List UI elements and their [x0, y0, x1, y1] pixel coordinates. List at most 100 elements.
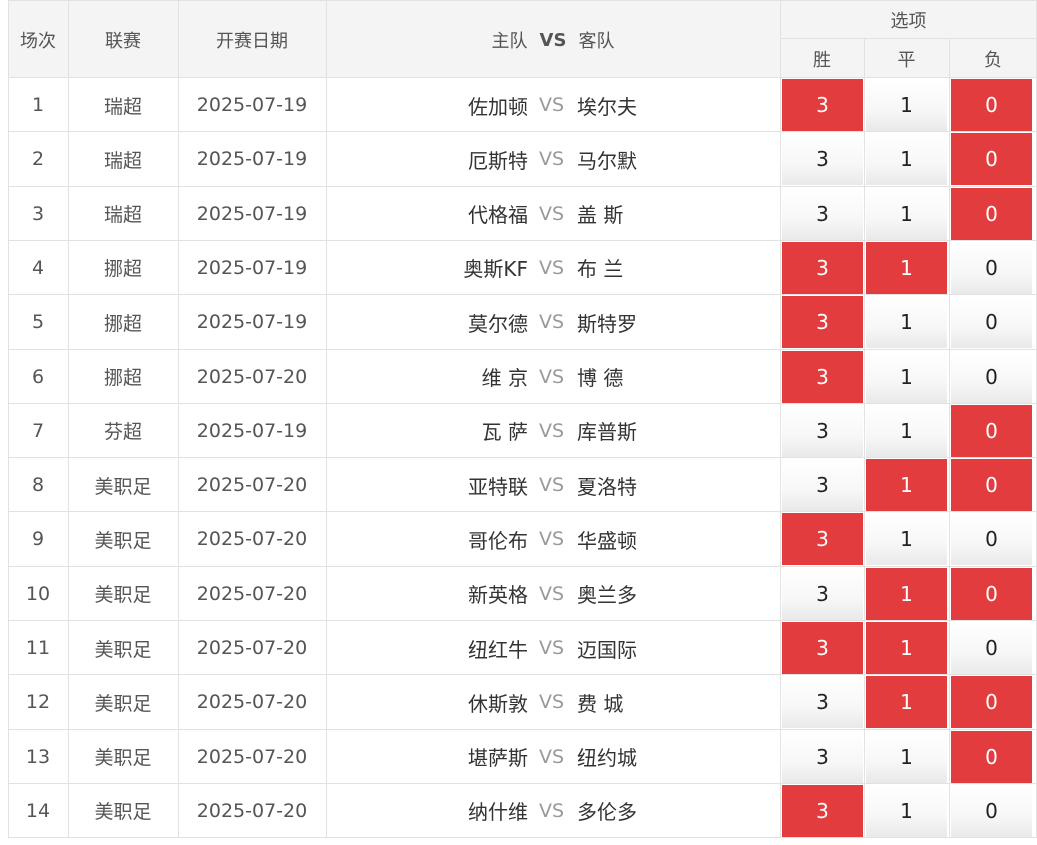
table-row: 1 瑞超 2025-07-19 佐加顿 VS 埃尔夫 3 1 0: [8, 78, 1037, 132]
home-team: 堪萨斯: [468, 746, 528, 771]
league-name: 美职足: [94, 747, 152, 770]
option-win-button[interactable]: 3: [782, 404, 863, 457]
vs-label: VS: [538, 637, 565, 659]
away-team: 迈国际: [577, 637, 637, 662]
option-win-button[interactable]: 3: [782, 513, 863, 566]
match-date: 2025-07-20: [196, 365, 308, 388]
option-win-button[interactable]: 3: [782, 784, 863, 837]
match-date: 2025-07-20: [196, 528, 308, 551]
option-lose-button[interactable]: 0: [951, 622, 1032, 674]
row-divider: [8, 349, 1037, 350]
column-divider: [178, 0, 179, 838]
table-row: 9 美职足 2025-07-20 哥伦布 VS 华盛顿 3 1 0: [8, 512, 1037, 566]
option-lose-button[interactable]: 0: [951, 296, 1032, 349]
table-row: 11 美职足 2025-07-20 纽红牛 VS 迈国际 3 1 0: [8, 621, 1037, 675]
option-win-button[interactable]: 3: [782, 350, 863, 403]
match-number: 11: [25, 637, 51, 659]
row-divider: [8, 620, 1037, 621]
vs-label: VS: [538, 94, 565, 116]
match-number: 1: [31, 94, 45, 116]
home-team: 维 京: [481, 366, 528, 390]
table-header: 场次 联赛 开赛日期 主队 VS 客队 选项 胜 平 负: [8, 0, 1037, 78]
option-win-button[interactable]: 3: [782, 296, 863, 349]
option-lose-button[interactable]: 0: [951, 730, 1032, 783]
option-lose-button[interactable]: 0: [951, 513, 1032, 566]
league-name: 美职足: [94, 801, 152, 824]
match-number: 7: [31, 419, 45, 442]
option-draw-button[interactable]: 1: [866, 784, 947, 837]
home-team: 厄斯特: [468, 148, 528, 173]
option-draw-button[interactable]: 1: [866, 730, 947, 783]
option-win-button[interactable]: 3: [782, 622, 863, 674]
option-lose-button[interactable]: 0: [951, 350, 1032, 403]
away-team: 库普斯: [577, 420, 637, 445]
option-win-button[interactable]: 3: [782, 730, 863, 783]
column-divider: [68, 0, 69, 838]
column-divider: [326, 0, 327, 838]
vs-label: VS: [538, 419, 565, 442]
header-divider: [780, 38, 1037, 39]
row-divider: [8, 511, 1037, 512]
vs-label: VS: [538, 582, 565, 605]
option-draw-button[interactable]: 1: [866, 79, 947, 131]
option-win-button[interactable]: 3: [782, 187, 863, 240]
away-team: 布 兰: [577, 257, 624, 282]
option-draw-button[interactable]: 1: [866, 350, 947, 403]
vs-label: VS: [538, 365, 565, 388]
option-draw-button[interactable]: 1: [866, 513, 947, 566]
option-lose-button[interactable]: 0: [951, 404, 1032, 457]
option-lose-button[interactable]: 0: [951, 676, 1032, 729]
option-lose-button[interactable]: 0: [951, 133, 1032, 186]
match-number: 6: [31, 365, 45, 388]
option-win-button[interactable]: 3: [782, 241, 863, 294]
option-lose-button[interactable]: 0: [951, 79, 1032, 131]
home-team: 哥伦布: [468, 528, 528, 553]
option-win-button[interactable]: 3: [782, 133, 863, 186]
match-number: 13: [25, 745, 51, 768]
league-name: 美职足: [94, 529, 152, 552]
option-lose-button[interactable]: 0: [951, 459, 1032, 512]
option-draw-button[interactable]: 1: [866, 567, 947, 620]
table-row: 12 美职足 2025-07-20 休斯敦 VS 费 城 310: [8, 675, 1037, 729]
match-date: 2025-07-20: [196, 637, 308, 659]
table-row: 8 美职足 2025-07-20 亚特联 VS 夏洛特 3 1 0: [8, 458, 1037, 512]
match-date: 2025-07-20: [196, 474, 308, 497]
match-number: 8: [31, 474, 45, 497]
option-draw-button[interactable]: 1: [866, 296, 947, 349]
option-draw-button[interactable]: 1: [866, 404, 947, 457]
option-draw-button[interactable]: 1: [866, 133, 947, 186]
option-lose-button[interactable]: 0: [951, 567, 1032, 620]
away-team: 夏洛特: [577, 474, 637, 499]
option-win-button[interactable]: 3: [782, 459, 863, 512]
match-number: 4: [31, 256, 45, 279]
column-divider: [780, 0, 781, 838]
option-win-button[interactable]: 3: [782, 676, 863, 729]
vs-label: VS: [538, 256, 565, 279]
away-team: 纽约城: [577, 746, 637, 771]
option-draw-button[interactable]: 1: [866, 676, 947, 729]
league-name: 挪超: [103, 312, 142, 335]
option-draw-button[interactable]: 1: [866, 459, 947, 512]
option-lose-button[interactable]: 0: [951, 187, 1032, 240]
match-date: 2025-07-20: [196, 582, 308, 605]
option-lose-button[interactable]: 0: [951, 784, 1032, 837]
match-number: 12: [25, 691, 51, 714]
header-option-lose: 负: [984, 50, 1002, 71]
home-team: 奥斯KF: [463, 257, 528, 282]
option-draw-button[interactable]: 1: [866, 622, 947, 674]
option-win-button[interactable]: 3: [782, 567, 863, 620]
row-divider: [8, 566, 1037, 567]
header-option-win: 胜: [813, 50, 831, 71]
home-team: 休斯敦: [468, 691, 528, 716]
home-team: 纽红牛: [468, 637, 528, 662]
option-win-button[interactable]: 3: [782, 79, 863, 131]
option-draw-button[interactable]: 1: [866, 187, 947, 240]
away-team: 盖 斯: [577, 203, 624, 228]
away-team: 华盛顿: [577, 528, 637, 553]
option-draw-button[interactable]: 1: [866, 241, 947, 294]
header-match-no: 场次: [20, 31, 56, 52]
option-lose-button[interactable]: 0: [951, 241, 1032, 294]
table-row: 3 瑞超 2025-07-19 代格福 VS 盖 斯310: [8, 187, 1037, 241]
match-date: 2025-07-20: [196, 691, 308, 714]
vs-label: VS: [538, 474, 565, 497]
